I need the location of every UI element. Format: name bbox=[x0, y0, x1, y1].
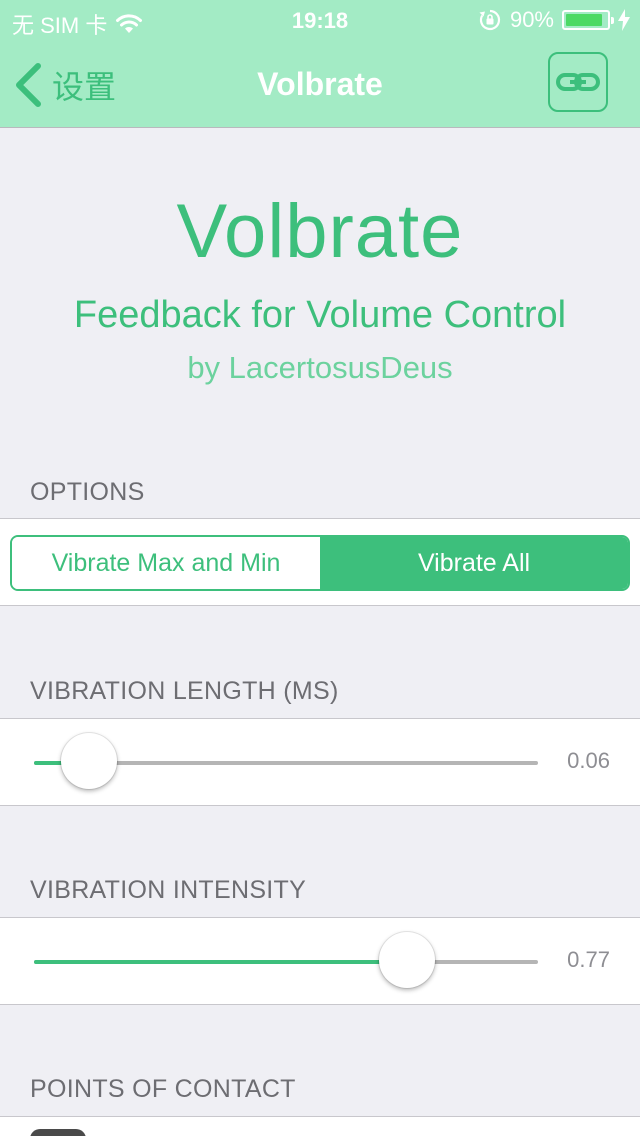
app-name: Volbrate bbox=[176, 189, 464, 274]
battery-percent: 90% bbox=[509, 7, 554, 32]
status-right: 90% bbox=[470, 7, 630, 33]
vibration-intensity-slider[interactable] bbox=[34, 932, 538, 988]
status-bar: 无 SIM 卡 19:18 90% bbox=[0, 0, 640, 40]
points-of-contact-cell bbox=[0, 1116, 640, 1136]
charging-bolt-icon bbox=[618, 9, 630, 31]
link-icon bbox=[556, 73, 600, 91]
options-section-label: OPTIONS bbox=[30, 478, 145, 506]
segment-vibrate-max-min[interactable]: Vibrate Max and Min bbox=[12, 537, 320, 589]
battery-icon bbox=[562, 10, 614, 30]
vibration-intensity-section-label: VIBRATION INTENSITY bbox=[30, 876, 307, 904]
nav-title: Volbrate bbox=[257, 66, 383, 102]
vibration-length-section-label: VIBRATION LENGTH (MS) bbox=[30, 677, 339, 705]
vibration-length-slider[interactable] bbox=[34, 733, 538, 789]
battery-fill bbox=[566, 14, 602, 26]
vibrate-mode-segmented-control[interactable]: Vibrate Max and Min Vibrate All bbox=[10, 535, 630, 591]
settings-screen: 无 SIM 卡 19:18 90% 设置 Volbrate Volbrate F… bbox=[0, 0, 640, 1136]
points-of-contact-control[interactable] bbox=[30, 1129, 86, 1136]
vibration-length-value: 0.06 bbox=[567, 748, 610, 773]
options-cell: Vibrate Max and Min Vibrate All bbox=[0, 518, 640, 606]
app-tagline: Feedback for Volume Control bbox=[73, 294, 567, 336]
vibration-intensity-value: 0.77 bbox=[567, 947, 610, 972]
segment-vibrate-all[interactable]: Vibrate All bbox=[320, 537, 628, 589]
link-button[interactable] bbox=[548, 52, 608, 112]
rotation-lock-icon bbox=[479, 9, 501, 31]
slider-fill bbox=[34, 960, 407, 964]
top-bar: 无 SIM 卡 19:18 90% 设置 Volbrate bbox=[0, 0, 640, 128]
navigation-bar: 设置 Volbrate bbox=[0, 40, 640, 128]
app-author: by LacertosusDeus bbox=[187, 350, 453, 385]
slider-thumb[interactable] bbox=[378, 932, 435, 988]
points-of-contact-section-label: POINTS OF CONTACT bbox=[30, 1075, 296, 1103]
vibration-intensity-cell: 0.77 bbox=[0, 917, 640, 1005]
vibration-length-cell: 0.06 bbox=[0, 718, 640, 806]
slider-thumb[interactable] bbox=[60, 733, 117, 789]
